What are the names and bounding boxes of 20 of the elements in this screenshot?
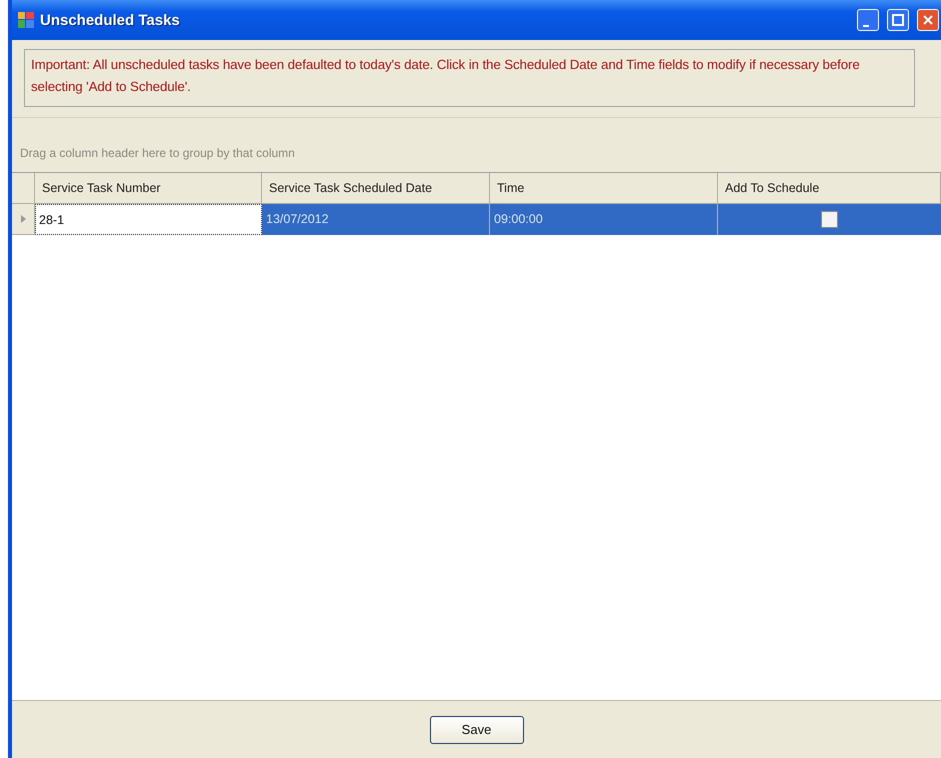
column-header[interactable]: Add To Schedule bbox=[718, 173, 941, 204]
maximize-button[interactable] bbox=[887, 9, 909, 31]
column-header[interactable]: Service Task Number bbox=[35, 173, 262, 204]
table-cell[interactable]: 09:00:00 bbox=[490, 204, 718, 235]
save-button[interactable]: Save bbox=[430, 716, 524, 744]
close-icon bbox=[922, 14, 934, 26]
column-header[interactable]: Service Task Scheduled Date bbox=[262, 173, 490, 204]
minimize-button[interactable] bbox=[857, 9, 879, 31]
maximize-icon bbox=[892, 14, 904, 26]
app-icon bbox=[18, 12, 34, 28]
column-header[interactable]: Time bbox=[490, 173, 718, 204]
minimize-icon bbox=[863, 25, 869, 27]
checkbox[interactable] bbox=[821, 211, 838, 228]
table-cell[interactable]: 28-1 bbox=[35, 204, 262, 235]
row-indicator[interactable] bbox=[12, 204, 35, 235]
row-pointer-icon bbox=[20, 215, 26, 223]
notice-message: Important: All unscheduled tasks have been defaulted to today's date. Click in the Scheduled Date and Time fields to modify if necessary before selecting 'Add to Schedule'. bbox=[24, 49, 915, 107]
close-button[interactable] bbox=[917, 9, 939, 31]
table-cell[interactable]: 13/07/2012 bbox=[262, 204, 490, 235]
window-title: Unscheduled Tasks bbox=[40, 12, 181, 28]
